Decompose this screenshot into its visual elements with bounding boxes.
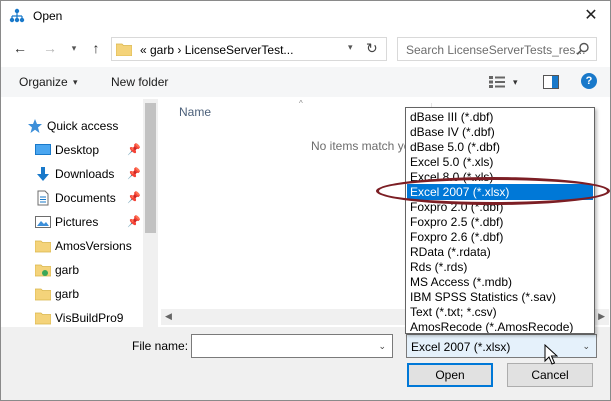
new-folder-button[interactable]: New folder — [111, 75, 168, 89]
nav-item-garb-green[interactable]: garb — [1, 259, 143, 281]
scroll-right-icon[interactable]: ▶ — [598, 311, 605, 322]
pin-icon[interactable]: 📌 — [127, 167, 141, 180]
pictures-icon — [35, 216, 51, 228]
file-type-option[interactable]: IBM SPSS Statistics (*.sav) — [407, 289, 593, 305]
network-tree-icon — [9, 8, 25, 23]
view-dropdown-icon[interactable]: ▾ — [513, 77, 518, 88]
file-type-select[interactable]: Excel 2007 (*.xlsx) ⌄ — [406, 334, 597, 358]
file-type-option[interactable]: MS Access (*.mdb) — [407, 274, 593, 290]
scroll-left-icon[interactable]: ◀ — [165, 311, 172, 322]
file-type-option[interactable]: Rds (*.rds) — [407, 259, 593, 275]
command-toolbar: Organize ▾ New folder ▾ ? — [1, 67, 610, 97]
download-icon — [37, 167, 49, 181]
nav-item-label: AmosVersions — [55, 239, 132, 253]
file-name-label: File name: — [132, 339, 189, 353]
desktop-icon — [35, 144, 51, 155]
nav-item-pictures[interactable]: Pictures 📌 — [1, 211, 143, 233]
organize-button[interactable]: Organize — [19, 75, 68, 89]
title-bar: Open ✕ — [1, 1, 610, 31]
chevron-down-icon[interactable]: ⌄ — [582, 341, 590, 352]
nav-item-garb[interactable]: garb — [1, 283, 143, 305]
nav-item-visbuildpro9[interactable]: VisBuildPro9 — [1, 307, 143, 327]
address-dropdown-icon[interactable]: ▾ — [348, 42, 353, 53]
mouse-cursor-icon — [544, 344, 558, 365]
scrollbar-thumb[interactable] — [145, 103, 156, 233]
chevron-down-icon[interactable]: ⌄ — [378, 341, 386, 352]
close-button[interactable]: ✕ — [578, 4, 604, 28]
pin-icon[interactable]: 📌 — [127, 191, 141, 204]
cancel-button[interactable]: Cancel — [507, 363, 593, 387]
nav-item-label: garb — [55, 263, 80, 277]
file-name-input[interactable]: ⌄ — [191, 334, 393, 358]
sort-ascending-icon: ^ — [299, 99, 303, 108]
navigation-pane: Quick access Desktop 📌 Downloads 📌 Docum… — [1, 99, 159, 327]
search-icon[interactable] — [576, 42, 590, 56]
open-button[interactable]: Open — [407, 363, 493, 387]
file-type-option[interactable]: dBase 5.0 (*.dbf) — [407, 139, 593, 155]
file-type-option[interactable]: Text (*.txt; *.csv) — [407, 304, 593, 320]
nav-item-label: VisBuildPro9 — [55, 311, 124, 325]
nav-item-label: Desktop — [55, 143, 100, 157]
search-placeholder: Search LicenseServerTests_res... — [406, 43, 586, 57]
nav-item-label: Quick access — [47, 119, 119, 133]
nav-item-label: garb — [55, 287, 80, 301]
help-icon[interactable]: ? — [581, 73, 597, 89]
open-dialog: Open ✕ ← → ▾ ↑ « garb › LicenseServerTes… — [0, 0, 611, 401]
file-type-option[interactable]: dBase IV (*.dbf) — [407, 124, 593, 140]
file-type-option[interactable]: AmosRecode (*.AmosRecode) — [407, 319, 593, 333]
navigation-bar: ← → ▾ ↑ « garb › LicenseServerTest... ▾ … — [1, 33, 610, 63]
annotation-ellipse — [376, 177, 610, 205]
nav-item-quick-access[interactable]: Quick access — [1, 115, 143, 137]
documents-icon — [37, 190, 49, 206]
search-input[interactable]: Search LicenseServerTests_res... — [397, 37, 597, 61]
preview-pane-icon[interactable] — [543, 75, 559, 89]
nav-item-label: Downloads — [55, 167, 115, 181]
folder-icon — [35, 288, 51, 301]
file-type-option[interactable]: dBase III (*.dbf) — [407, 109, 593, 125]
nav-item-label: Pictures — [55, 215, 99, 229]
pin-icon[interactable]: 📌 — [127, 215, 141, 228]
address-bar[interactable]: « garb › LicenseServerTest... ▾ ↻ — [111, 37, 387, 61]
refresh-icon[interactable]: ↻ — [366, 40, 378, 57]
view-options-icon[interactable] — [489, 75, 505, 89]
empty-folder-message: No items match yo — [311, 139, 411, 153]
address-path[interactable]: « garb › LicenseServerTest... — [140, 43, 293, 57]
folder-green-icon — [35, 264, 51, 277]
pin-icon[interactable]: 📌 — [127, 143, 141, 156]
star-icon — [28, 119, 42, 133]
recent-locations-button[interactable]: ▾ — [65, 39, 83, 57]
nav-item-label: Documents — [55, 191, 116, 205]
nav-item-amosversions[interactable]: AmosVersions — [1, 235, 143, 257]
nav-item-documents[interactable]: Documents 📌 — [1, 187, 143, 209]
dialog-footer: File name: ⌄ Excel 2007 (*.xlsx) ⌄ Open … — [1, 327, 610, 400]
folder-icon — [35, 312, 51, 325]
nav-item-desktop[interactable]: Desktop 📌 — [1, 139, 143, 161]
organize-dropdown-icon[interactable]: ▾ — [73, 77, 78, 88]
up-button[interactable]: ↑ — [87, 39, 105, 57]
forward-button[interactable]: → — [41, 39, 59, 57]
folder-icon — [35, 240, 51, 253]
file-type-dropdown-list: dBase III (*.dbf) dBase IV (*.dbf) dBase 5… — [405, 107, 595, 334]
file-type-selected[interactable]: Excel 2007 (*.xlsx) — [411, 340, 510, 354]
folder-icon — [116, 43, 132, 56]
back-button[interactable]: ← — [11, 39, 29, 57]
window-title: Open — [33, 9, 63, 23]
nav-item-downloads[interactable]: Downloads 📌 — [1, 163, 143, 185]
file-type-option[interactable]: Excel 5.0 (*.xls) — [407, 154, 593, 170]
file-type-option[interactable]: RData (*.rdata) — [407, 244, 593, 260]
file-type-option[interactable]: Foxpro 2.5 (*.dbf) — [407, 214, 593, 230]
file-type-option[interactable]: Foxpro 2.6 (*.dbf) — [407, 229, 593, 245]
column-header-name[interactable]: Name — [179, 105, 211, 119]
navigation-scrollbar[interactable] — [143, 99, 158, 327]
